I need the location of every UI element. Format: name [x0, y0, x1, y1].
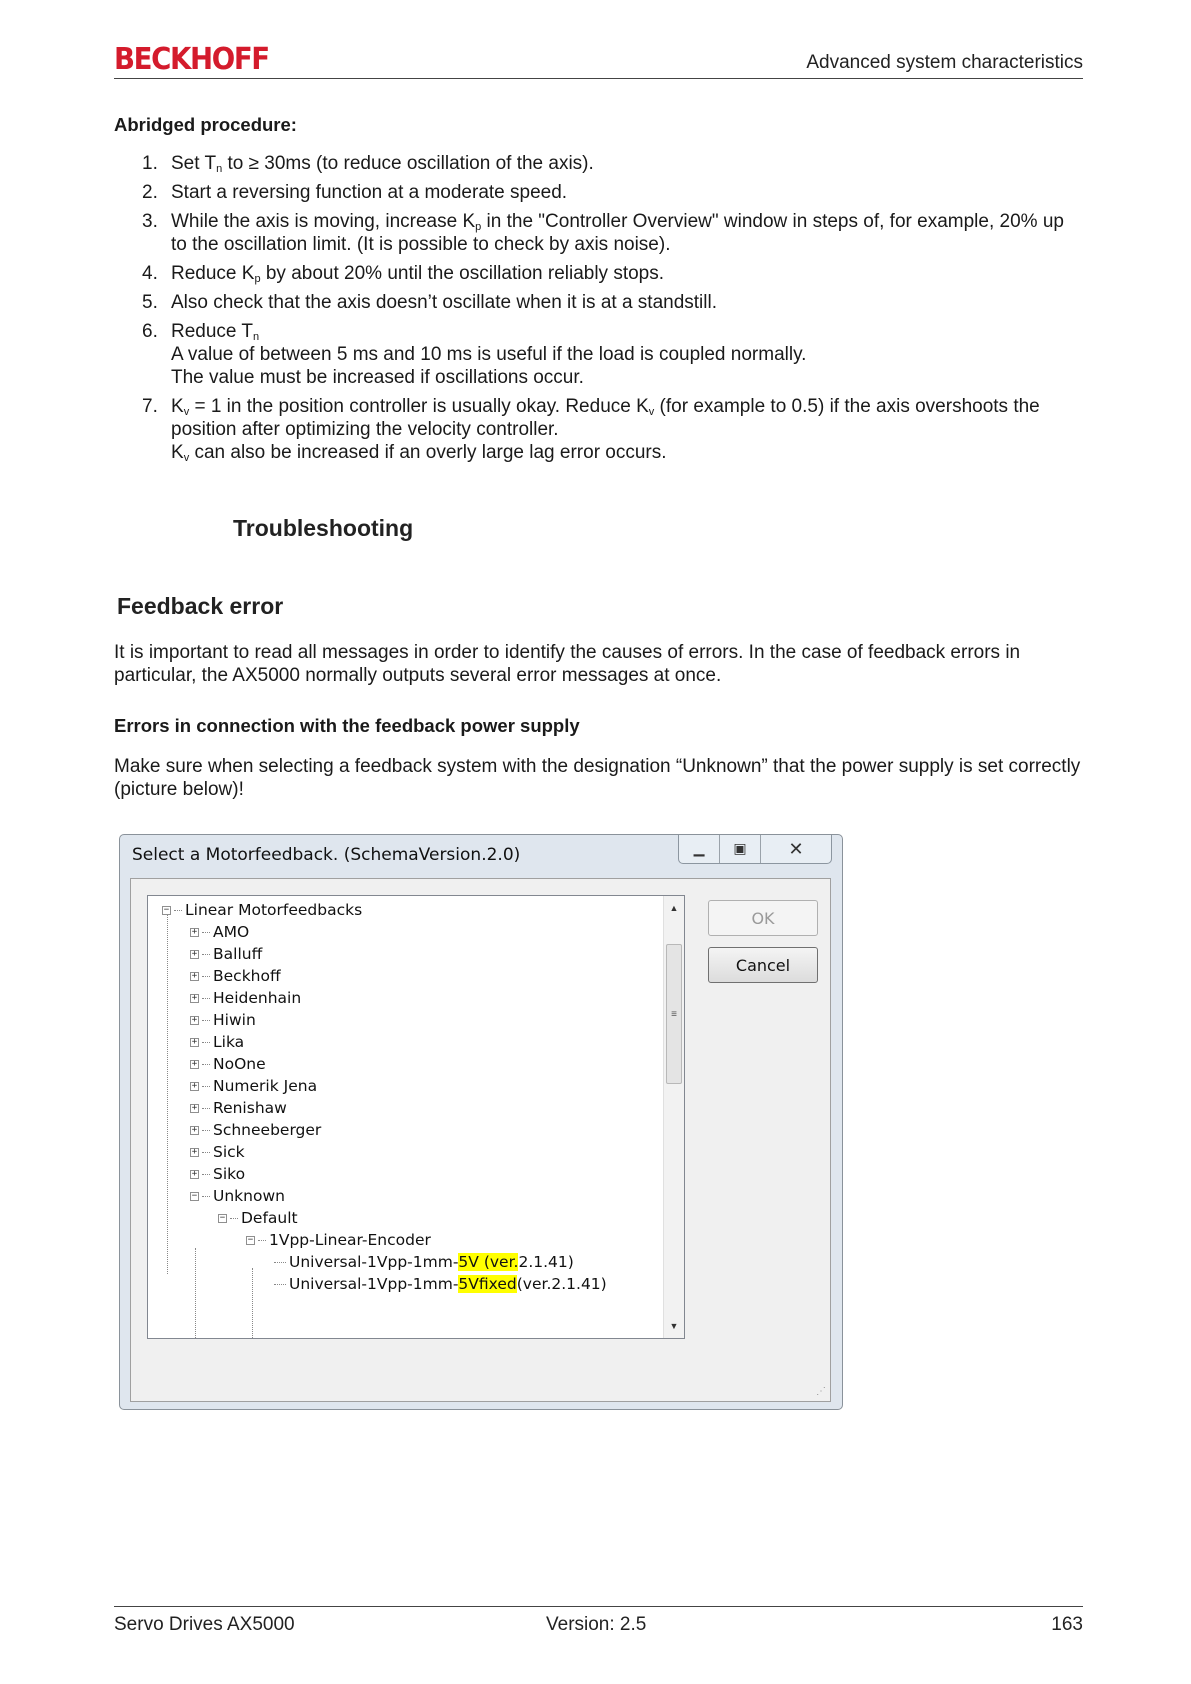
troubleshooting-heading: Troubleshooting [233, 515, 414, 541]
step-7: 7. Kv = 1 in the position controller is u… [142, 396, 1040, 464]
step-4: 4. Reduce Kp by about 20% until the oscil… [142, 263, 665, 285]
highlight-5v: 5V (ver. [458, 1253, 519, 1271]
beckhoff-logo: BECKHOFF [114, 42, 270, 77]
feedback-error-heading: Feedback error [117, 593, 284, 619]
expand-icon[interactable]: + [190, 1059, 199, 1069]
step-6: 6. Reduce Tn A value of between 5 ms and 1… [142, 321, 807, 388]
step-3: 3. While the axis is moving, increase Kp … [142, 211, 1064, 255]
step-5: 5. Also check that the axis doesn’t oscil… [142, 292, 717, 313]
ok-button[interactable]: OK [708, 900, 818, 936]
resize-grip-icon[interactable]: ⋰ [816, 1386, 826, 1397]
dialog-title: Select a Motorfeedback. (SchemaVersion.2… [132, 845, 521, 865]
dialog-client-area: − Linear Motorfeedbacks + AMO + Balluff + Be… [130, 878, 831, 1402]
window-controls: ▁ ▣ ✕ [678, 835, 832, 864]
tree-guide-unknown [195, 1248, 196, 1338]
tree-node-vendor[interactable]: + NoOne [190, 1053, 266, 1075]
feedback-intro: It is important to read all messages in … [114, 642, 1021, 686]
tree-node-vendor[interactable]: + Beckhoff [190, 965, 281, 987]
page-number: 163 [1051, 1614, 1083, 1635]
tree-leaf-5vfixed[interactable]: Universal-1Vpp-1mm- 5Vfixed (ver.2.1.41) [274, 1273, 607, 1295]
tree-node-vendor[interactable]: + Numerik Jena [190, 1075, 317, 1097]
collapse-icon[interactable]: − [218, 1213, 227, 1223]
close-icon[interactable]: ✕ [761, 835, 831, 863]
expand-icon[interactable]: + [190, 1103, 199, 1113]
tree-node-vendor[interactable]: + Lika [190, 1031, 244, 1053]
tree-node-vendor[interactable]: + Hiwin [190, 1009, 256, 1031]
tree-node-vendor[interactable]: + Schneeberger [190, 1119, 321, 1141]
expand-icon[interactable]: + [190, 971, 199, 981]
power-supply-paragraph: Make sure when selecting a feedback syst… [114, 756, 1081, 800]
tree-scrollbar[interactable]: ▲ ≡ ▼ [663, 896, 684, 1338]
tree-guide-encoder [252, 1268, 253, 1338]
tree-node-vendor[interactable]: + Siko [190, 1163, 245, 1185]
expand-icon[interactable]: + [190, 993, 199, 1003]
expand-icon[interactable]: + [190, 1015, 199, 1025]
feedback-tree[interactable]: − Linear Motorfeedbacks + AMO + Balluff + Be… [147, 895, 685, 1339]
step-2: 2. Start a reversing function at a modera… [142, 182, 568, 203]
expand-icon[interactable]: + [190, 1125, 199, 1135]
procedure-steps: 1. Set Tn to ≥ 30ms (to reduce oscillatio… [114, 152, 1074, 470]
motorfeedback-dialog: Select a Motorfeedback. (SchemaVersion.2… [119, 834, 843, 1410]
tree-node-default[interactable]: − Default [218, 1207, 298, 1229]
tree-node-root[interactable]: − Linear Motorfeedbacks [162, 899, 362, 921]
tree-node-vendor[interactable]: + Balluff [190, 943, 262, 965]
collapse-icon[interactable]: − [246, 1235, 255, 1245]
minimize-icon[interactable]: ▁ [679, 835, 720, 863]
footer-version: Version: 2.5 [546, 1614, 647, 1635]
section-title: Advanced system characteristics [806, 52, 1083, 73]
expand-icon[interactable]: + [190, 927, 199, 937]
footer-divider [114, 1606, 1083, 1607]
collapse-icon[interactable]: − [190, 1191, 199, 1201]
tree-node-vendor[interactable]: + Sick [190, 1141, 245, 1163]
tree-node-vendor[interactable]: + Heidenhain [190, 987, 301, 1009]
collapse-icon[interactable]: − [162, 905, 171, 915]
step-1: 1. Set Tn to ≥ 30ms (to reduce oscillatio… [142, 153, 594, 175]
expand-icon[interactable]: + [190, 949, 199, 959]
tree-leaf-5v[interactable]: Universal-1Vpp-1mm- 5V (ver. 2.1.41) [274, 1251, 574, 1273]
scroll-down-icon[interactable]: ▼ [664, 1316, 684, 1336]
tree-node-encoder[interactable]: −1Vpp-Linear-Encoder [246, 1229, 431, 1251]
tree-node-vendor[interactable]: + AMO [190, 921, 249, 943]
procedure-heading: Abridged procedure: [114, 114, 297, 135]
expand-icon[interactable]: + [190, 1081, 199, 1091]
expand-icon[interactable]: + [190, 1169, 199, 1179]
header-divider [114, 78, 1083, 79]
tree-node-vendor[interactable]: + Renishaw [190, 1097, 287, 1119]
tree-guide-root [167, 914, 168, 1274]
scroll-up-icon[interactable]: ▲ [664, 898, 684, 918]
power-supply-subheading: Errors in connection with the feedback p… [114, 715, 580, 736]
expand-icon[interactable]: + [190, 1037, 199, 1047]
scroll-thumb[interactable]: ≡ [666, 944, 682, 1084]
maximize-icon[interactable]: ▣ [720, 835, 761, 863]
highlight-5vfixed: 5Vfixed [458, 1275, 517, 1293]
expand-icon[interactable]: + [190, 1147, 199, 1157]
footer-product: Servo Drives AX5000 [114, 1614, 295, 1635]
tree-node-unknown[interactable]: − Unknown [190, 1185, 285, 1207]
cancel-button[interactable]: Cancel [708, 947, 818, 983]
